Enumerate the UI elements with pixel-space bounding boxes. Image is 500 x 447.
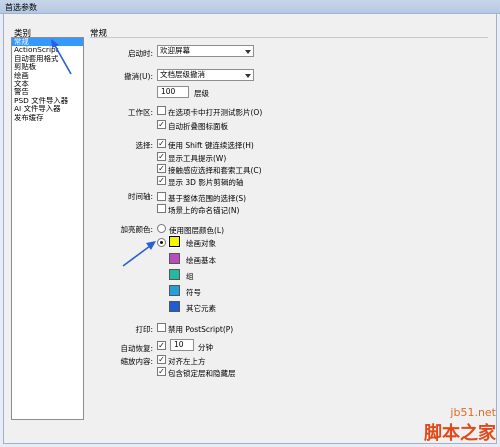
color-swatch-symbol[interactable] <box>169 285 180 296</box>
watermark-logo: jb51.net 脚本之家 <box>424 406 496 445</box>
timeline-label: 时间轴: <box>127 192 153 201</box>
annotation-arrow-icon <box>122 241 156 267</box>
autorecovery-label: 自动恢复: <box>120 344 153 353</box>
chevron-down-icon <box>245 50 251 54</box>
checkbox-label: 接触感应选择和套索工具(C) <box>168 166 262 175</box>
checkbox-named-anchor[interactable] <box>157 204 166 213</box>
color-swatch-label: 符号 <box>186 288 201 297</box>
undo-value: 文档层级撤消 <box>160 70 205 79</box>
checkbox-label: 对齐左上方 <box>168 357 206 366</box>
color-swatch-label: 其它元素 <box>186 304 216 313</box>
color-swatch-drawing-object[interactable] <box>168 235 181 248</box>
color-swatch-label: 组 <box>186 272 194 281</box>
checkbox-label: 禁用 PostScript(P) <box>168 325 234 334</box>
print-label: 打印: <box>135 325 153 334</box>
checkbox-shift-select[interactable] <box>157 139 166 148</box>
checkbox-include-locked-hidden[interactable] <box>157 367 166 376</box>
startup-label: 启动时: <box>127 49 153 58</box>
checkbox-open-test-movie-in-tab[interactable] <box>157 106 166 115</box>
workspace-label: 工作区: <box>127 108 153 117</box>
autorecovery-minutes-input[interactable]: 10 <box>170 339 194 351</box>
checkbox-auto-collapse-icon-panels[interactable] <box>157 120 166 129</box>
undo-select[interactable]: 文档层级撤消 <box>157 69 254 81</box>
checkbox-label: 基于整体范围的选择(S) <box>168 194 247 203</box>
section-divider <box>90 37 488 38</box>
undo-label: 撤消(U): <box>124 72 153 81</box>
startup-select[interactable]: 欢迎屏幕 <box>157 45 254 57</box>
checkbox-label: 在选项卡中打开测试影片(O) <box>168 108 263 117</box>
checkbox-show-tooltips[interactable] <box>157 152 166 161</box>
checkbox-label: 显示 3D 影片剪辑的轴 <box>168 178 244 187</box>
window-title: 首选参数 <box>5 3 37 12</box>
startup-value: 欢迎屏幕 <box>160 46 190 55</box>
checkbox-label: 场景上的命名锚记(N) <box>168 206 240 215</box>
radio-use-layer-color[interactable] <box>157 224 166 233</box>
checkbox-label: 使用 Shift 键连续选择(H) <box>168 141 254 150</box>
title-bar: 首选参数 <box>0 0 500 14</box>
checkbox-label: 包含锁定层和隐藏层 <box>168 369 236 378</box>
color-swatch-other-elements[interactable] <box>169 301 180 312</box>
category-item-psd-importer[interactable]: PSD 文件导入器 <box>12 97 83 105</box>
color-swatch-label: 绘画对象 <box>186 239 216 248</box>
undo-levels-input[interactable]: 100 <box>157 86 189 98</box>
checkbox-disable-postscript[interactable] <box>157 323 166 332</box>
category-item-text[interactable]: 文本 <box>12 80 83 88</box>
annotation-arrow-icon <box>51 39 72 75</box>
checkbox-label: 显示工具提示(W) <box>168 154 227 163</box>
category-list[interactable]: 常规 ActionScript 自动套用格式 剪贴板 绘画 文本 警告 PSD … <box>11 37 84 420</box>
checkbox-contact-sensitive[interactable] <box>157 164 166 173</box>
watermark-line1: jb51.net <box>450 406 496 419</box>
category-item-publish-cache[interactable]: 发布缓存 <box>12 114 83 122</box>
checkbox-span-based-selection[interactable] <box>157 192 166 201</box>
checkbox-label: 自动折叠图标面板 <box>168 122 228 131</box>
category-item-warnings[interactable]: 警告 <box>12 88 83 96</box>
checkbox-autorecovery[interactable] <box>157 341 166 350</box>
autorecovery-unit: 分钟 <box>198 343 213 352</box>
color-swatch-label: 绘画基本 <box>186 256 216 265</box>
color-swatch-drawing-primitive[interactable] <box>169 253 180 264</box>
category-item-ai-importer[interactable]: AI 文件导入器 <box>12 105 83 113</box>
scale-content-label: 缩放内容: <box>120 357 153 366</box>
chevron-down-icon <box>245 74 251 78</box>
radio-use-layer-color-label: 使用图层颜色(L) <box>169 226 225 235</box>
highlight-color-label: 加亮颜色: <box>120 225 153 234</box>
selection-label: 选择: <box>135 141 153 150</box>
color-swatch-group[interactable] <box>169 269 180 280</box>
undo-levels-label: 层级 <box>194 89 209 98</box>
checkbox-align-top-left[interactable] <box>157 355 166 364</box>
checkbox-show-3d-axis[interactable] <box>157 176 166 185</box>
watermark-line2: 脚本之家 <box>424 423 496 444</box>
